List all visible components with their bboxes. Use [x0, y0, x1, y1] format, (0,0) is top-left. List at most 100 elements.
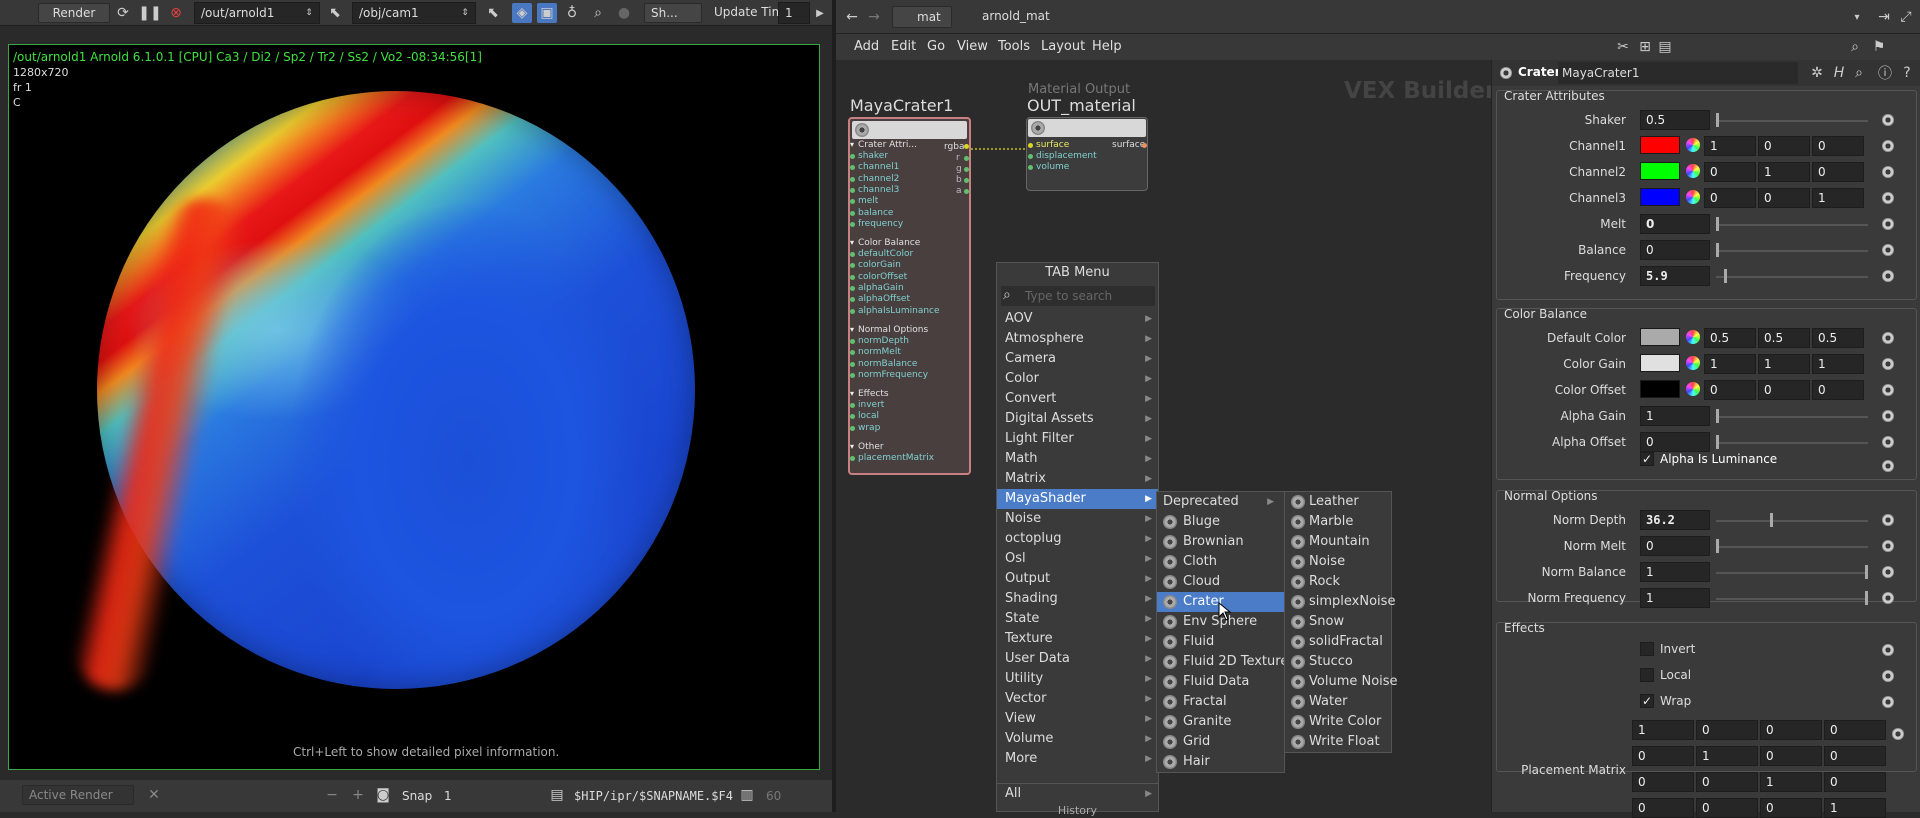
submenu-item[interactable]: ▶ Deprecated: [1157, 492, 1284, 512]
input-port-dot[interactable]: [850, 165, 855, 171]
menu-layout[interactable]: Layout: [1041, 39, 1085, 54]
submenu-item[interactable]: solidFractal: [1285, 632, 1391, 652]
update-time-field[interactable]: 1: [778, 2, 810, 24]
invert-checkbox[interactable]: [1640, 642, 1654, 656]
alpha-gain-field[interactable]: 1: [1640, 406, 1710, 426]
output-channel-dot[interactable]: [964, 156, 969, 161]
input-port-dot[interactable]: [850, 425, 855, 431]
normal-options-header[interactable]: Normal Options: [1504, 489, 1598, 503]
input-port-dot[interactable]: [850, 176, 855, 182]
param-search-icon[interactable]: ⌕: [1850, 64, 1868, 82]
channel3-gear-icon[interactable]: [1882, 192, 1894, 204]
alpha-is-luminance-gear-icon[interactable]: [1882, 460, 1894, 472]
submenu-item[interactable]: Write Color: [1285, 712, 1391, 732]
matrix-cell[interactable]: 0: [1760, 798, 1822, 818]
input-port-dot[interactable]: [850, 338, 855, 344]
input-port-dot[interactable]: [850, 221, 855, 227]
tab-menu-item[interactable]: Light Filter ▶: [997, 429, 1158, 449]
node-name-out-material[interactable]: OUT_material: [1027, 96, 1136, 115]
tab-menu-item[interactable]: More ▶: [997, 749, 1158, 769]
context-breadcrumb[interactable]: mat: [892, 6, 952, 28]
local-checkbox[interactable]: [1640, 668, 1654, 682]
crater-attributes-header[interactable]: Crater Attributes: [1504, 89, 1605, 103]
color-gain-gear-icon[interactable]: [1882, 358, 1894, 370]
port-group-header[interactable]: Color Balance ▾: [850, 238, 920, 248]
history-label[interactable]: History: [997, 804, 1158, 817]
settings-gear-icon[interactable]: ✲: [1808, 64, 1826, 82]
matrix-cell[interactable]: 0: [1760, 720, 1822, 740]
norm-depth-field[interactable]: 36.2: [1640, 510, 1710, 530]
submenu-item[interactable]: Marble: [1285, 512, 1391, 532]
tab-menu-item[interactable]: Utility ▶: [997, 669, 1158, 689]
matrix-cell[interactable]: 0: [1696, 720, 1758, 740]
tab-menu-item[interactable]: Volume ▶: [997, 729, 1158, 749]
output-channel-dot[interactable]: [964, 189, 969, 194]
submenu-item[interactable]: Volume Noise: [1285, 672, 1398, 692]
save-snapshot-icon[interactable]: ▤: [548, 786, 566, 804]
channel1-swatch[interactable]: [1640, 136, 1680, 154]
alpha-offset-slider[interactable]: [1716, 442, 1868, 444]
color-gain-swatch[interactable]: [1640, 354, 1680, 372]
norm-depth-slider-knob[interactable]: [1770, 513, 1773, 527]
output-port-dot[interactable]: [964, 144, 969, 149]
wrap-gear-icon[interactable]: [1882, 696, 1894, 708]
input-port-dot[interactable]: [1028, 143, 1033, 148]
channel1-gear-icon[interactable]: [1882, 140, 1894, 152]
matrix-cell[interactable]: 1: [1760, 772, 1822, 792]
norm-depth-slider[interactable]: [1716, 520, 1868, 522]
frequency-gear-icon[interactable]: [1882, 270, 1894, 282]
default-color-r-field[interactable]: 0.5: [1704, 328, 1756, 348]
submenu-item[interactable]: Rock: [1285, 572, 1391, 592]
output-channel-dot[interactable]: [964, 167, 969, 172]
shaker-slider-knob[interactable]: [1716, 113, 1719, 127]
active-render-button[interactable]: Active Render: [22, 785, 134, 805]
back-arrow-icon[interactable]: ←: [844, 8, 860, 26]
default-color-gear-icon[interactable]: [1882, 332, 1894, 344]
color-offset-swatch[interactable]: [1640, 380, 1680, 398]
pick-rop-icon[interactable]: ⬉: [326, 4, 344, 22]
matrix-cell[interactable]: 1: [1696, 746, 1758, 766]
list-icon[interactable]: ▤: [1656, 38, 1674, 56]
submenu-item[interactable]: Grid: [1157, 732, 1284, 752]
tab-menu-item[interactable]: Math ▶: [997, 449, 1158, 469]
tab-menu-item[interactable]: AOV ▶: [997, 309, 1158, 329]
default-color-b-field[interactable]: 0.5: [1812, 328, 1864, 348]
matrix-cell[interactable]: 0: [1696, 798, 1758, 818]
sphere-icon[interactable]: ●: [615, 4, 633, 22]
input-port-dot[interactable]: [850, 199, 855, 205]
render-button[interactable]: Render: [38, 3, 110, 23]
default-color-g-field[interactable]: 0.5: [1758, 328, 1810, 348]
effects-header[interactable]: Effects: [1504, 621, 1545, 635]
chevron-updown-icon[interactable]: ⇕: [302, 4, 316, 22]
forward-arrow-icon[interactable]: →: [866, 8, 882, 26]
balance-gear-icon[interactable]: [1882, 244, 1894, 256]
snap-value[interactable]: 1: [444, 789, 452, 803]
shaker-slider[interactable]: [1716, 120, 1868, 122]
norm-melt-slider[interactable]: [1716, 546, 1868, 548]
tab-menu-item[interactable]: Convert ▶: [997, 389, 1158, 409]
color-offset-b-field[interactable]: 0: [1812, 380, 1864, 400]
preview-icon[interactable]: ▣: [537, 3, 557, 23]
pin-icon[interactable]: ⇥: [1876, 8, 1892, 26]
norm-melt-field[interactable]: 0: [1640, 536, 1710, 556]
input-port-dot[interactable]: [1028, 154, 1033, 159]
shaker-gear-icon[interactable]: [1882, 114, 1894, 126]
norm-melt-slider-knob[interactable]: [1716, 539, 1719, 553]
input-port-dot[interactable]: [850, 252, 855, 258]
frequency-slider[interactable]: [1716, 276, 1868, 278]
camera-snapshot-icon[interactable]: ◙: [374, 786, 392, 804]
tab-menu-item[interactable]: State ▶: [997, 609, 1158, 629]
pick-camera-icon[interactable]: ⬉: [484, 4, 502, 22]
submenu-item[interactable]: Water: [1285, 692, 1391, 712]
alpha-gain-gear-icon[interactable]: [1882, 410, 1894, 422]
color-wheel-icon[interactable]: [1686, 330, 1700, 344]
tab-menu-item[interactable]: Matrix ▶: [997, 469, 1158, 489]
submenu-item[interactable]: Snow: [1285, 612, 1391, 632]
matrix-cell[interactable]: 0: [1760, 746, 1822, 766]
shading-dropdown[interactable]: Sh...: [644, 3, 702, 23]
submenu-item[interactable]: Fluid: [1157, 632, 1284, 652]
color-balance-header[interactable]: Color Balance: [1504, 307, 1587, 321]
matrix-cell[interactable]: 1: [1824, 798, 1886, 818]
melt-gear-icon[interactable]: [1882, 218, 1894, 230]
minus-icon[interactable]: −: [324, 786, 340, 804]
